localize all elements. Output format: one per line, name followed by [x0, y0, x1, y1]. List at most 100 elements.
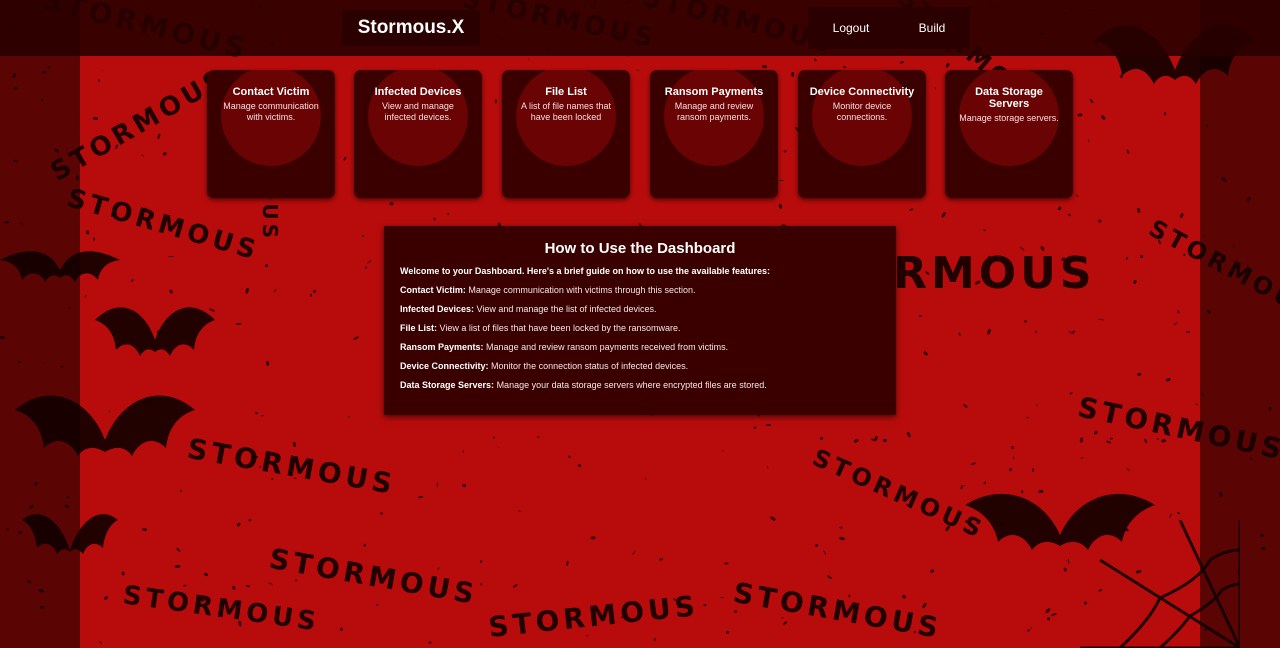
speck	[260, 414, 265, 417]
card-ransom-payments[interactable]: Ransom Payments Manage and review ransom…	[650, 70, 778, 198]
speck	[901, 593, 907, 599]
speck	[518, 510, 522, 513]
top-nav: Logout Build	[808, 7, 970, 49]
speck	[273, 288, 277, 293]
speck	[446, 212, 451, 216]
guide-item-text: View and manage the list of infected dev…	[476, 304, 657, 314]
speck	[232, 585, 236, 590]
speck	[352, 335, 359, 341]
spiderweb-icon	[1080, 520, 1240, 648]
speck	[343, 156, 347, 162]
watermark-text: STORMOUS	[486, 589, 701, 644]
speck	[826, 574, 832, 580]
speck	[934, 87, 937, 91]
speck	[255, 411, 259, 415]
speck	[1075, 193, 1079, 198]
speck	[1012, 456, 1015, 460]
speck	[348, 415, 350, 418]
card-infected-devices[interactable]: Infected Devices View and manage infecte…	[354, 70, 482, 198]
speck	[1194, 402, 1198, 406]
guide-item-term: Ransom Payments:	[400, 342, 484, 352]
speck	[492, 436, 496, 439]
guide-item: Data Storage Servers: Manage your data s…	[400, 379, 896, 391]
guide-item-term: Contact Victim:	[400, 285, 466, 295]
speck	[766, 466, 769, 470]
speck	[1032, 467, 1035, 473]
speck	[1105, 439, 1112, 444]
speck	[361, 234, 364, 237]
speck	[235, 322, 242, 326]
speck	[842, 65, 847, 69]
speck	[1034, 330, 1038, 334]
guide-item-text: Manage your data storage servers where e…	[496, 380, 767, 390]
card-description: Monitor device connections.	[832, 101, 892, 122]
speck	[819, 436, 824, 441]
logout-link[interactable]: Logout	[833, 21, 870, 35]
card-device-connectivity[interactable]: Device Connectivity Monitor device conne…	[798, 70, 926, 198]
speck	[1097, 318, 1104, 321]
card-data-storage-servers[interactable]: Data Storage Servers Manage storage serv…	[945, 70, 1073, 198]
speck	[267, 582, 273, 586]
speck	[1176, 511, 1180, 515]
build-link[interactable]: Build	[919, 21, 946, 35]
speck	[1077, 113, 1083, 118]
speck	[814, 543, 819, 548]
card-description: View and manage infected devices.	[382, 101, 454, 122]
speck	[631, 550, 637, 556]
speck	[183, 584, 187, 587]
speck	[527, 58, 529, 61]
card-file-list[interactable]: File List A list of file names that have…	[502, 70, 630, 198]
speck	[919, 315, 923, 318]
speck	[721, 450, 724, 453]
speck	[1051, 612, 1058, 617]
speck	[497, 446, 500, 448]
speck	[922, 602, 928, 609]
speck	[765, 423, 771, 426]
speck	[1097, 219, 1102, 224]
speck	[1261, 546, 1267, 550]
guide-item-term: Data Storage Servers:	[400, 380, 495, 390]
speck	[168, 255, 174, 258]
speck	[244, 287, 250, 294]
card-description: Manage storage servers.	[959, 113, 1059, 123]
card-title: File List	[545, 86, 587, 98]
speck	[364, 266, 368, 269]
speck	[1057, 206, 1062, 211]
speck	[1126, 149, 1130, 155]
guide-item: Device Connectivity: Monitor the connect…	[400, 360, 896, 372]
watermark-text: STORMOUS	[266, 541, 481, 612]
guide-item-text: Manage communication with victims throug…	[468, 285, 696, 295]
speck	[437, 567, 441, 571]
guide-item: Ransom Payments: Manage and review ranso…	[400, 341, 896, 353]
speck	[1136, 207, 1142, 214]
speck	[310, 293, 313, 297]
guide-item-text: View a list of files that have been lock…	[439, 323, 681, 333]
speck	[838, 536, 845, 541]
speck	[719, 596, 725, 598]
speck	[986, 328, 991, 336]
card-description: Manage communication with victims.	[223, 101, 319, 122]
guide-item-text: Monitor the connection status of infecte…	[491, 361, 689, 371]
dashboard-guide: How to Use the Dashboard Welcome to your…	[384, 226, 896, 415]
guide-item-term: Infected Devices:	[400, 304, 475, 314]
speck	[658, 557, 663, 561]
guide-item: File List: View a list of files that hav…	[400, 322, 896, 334]
speck	[839, 525, 843, 529]
speck	[141, 154, 145, 158]
speck	[963, 403, 969, 409]
speck	[703, 604, 707, 607]
speck	[652, 638, 657, 642]
watermark-text: STORMOUS	[184, 431, 399, 502]
speck	[1093, 429, 1099, 435]
card-contact-victim[interactable]: Contact Victim Manage communication with…	[207, 70, 335, 198]
speck	[156, 133, 161, 140]
speck	[782, 620, 788, 625]
speck	[1175, 309, 1180, 314]
speck	[175, 547, 181, 553]
speck	[479, 559, 483, 564]
speck	[204, 571, 209, 577]
speck	[97, 78, 101, 83]
speck	[1024, 320, 1028, 323]
speck	[131, 279, 135, 283]
speck	[1139, 254, 1144, 259]
